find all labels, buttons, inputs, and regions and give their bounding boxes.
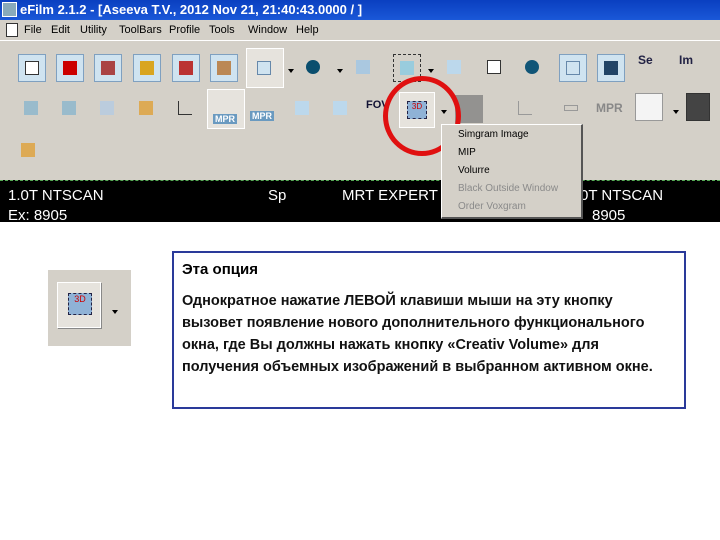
settings-panel-button[interactable]	[686, 93, 710, 121]
mpr-icon: MPR	[213, 114, 237, 124]
menu-item-black-outside-window: Black Outside Window	[458, 183, 559, 194]
document-icon[interactable]	[6, 23, 18, 37]
open-study-button[interactable]	[18, 54, 46, 82]
stack-icon	[100, 101, 114, 115]
title-bar: eFilm 2.1.2 - [Aseeva T.V., 2012 Nov 21,…	[0, 0, 720, 20]
3d-dropdown-menu: Simgram Image MIP Volurre Black Outside …	[441, 124, 583, 219]
menu-tools[interactable]: Tools	[209, 20, 235, 40]
cine-button[interactable]	[519, 54, 547, 82]
menu-utility[interactable]: Utility	[80, 20, 107, 40]
viewer-right-top: 0T NTSCAN	[580, 187, 664, 204]
people-icon	[604, 61, 618, 75]
mpr-disabled-button[interactable]: MPR	[596, 101, 623, 115]
body-button[interactable]	[18, 95, 46, 123]
body-icon	[24, 101, 38, 115]
callout-title: Эта опция	[182, 261, 258, 278]
grid-icon	[566, 61, 580, 75]
mpr-icon: MPR	[250, 111, 274, 121]
window-title: eFilm 2.1.2 - [Aseeva T.V., 2012 Nov 21,…	[20, 2, 363, 17]
menu-toolbars[interactable]: ToolBars	[119, 20, 162, 40]
image-viewer-strip: 1.0T NTSCAN Ex: 8905 Sp MRT EXPERT 0T NT…	[0, 180, 720, 224]
edit-text-icon	[487, 60, 501, 74]
arrows-vertical-icon	[333, 101, 347, 115]
oblique-mpr-button[interactable]: MPR	[207, 89, 245, 129]
hand-icon	[139, 101, 153, 115]
pan-button[interactable]	[350, 54, 378, 82]
mpr-button[interactable]: MPR	[248, 95, 276, 123]
menu-window[interactable]: Window	[248, 20, 287, 40]
hourglass-icon	[101, 61, 115, 75]
viewer-mid2: MRT EXPERT	[342, 187, 438, 204]
viewer-right-bottom: 8905	[592, 207, 626, 224]
glasses-button[interactable]	[558, 95, 586, 123]
3d-button-preview: 3D	[48, 270, 131, 346]
menu-file[interactable]: File	[24, 20, 42, 40]
menu-profile[interactable]: Profile	[169, 20, 200, 40]
viewer-left-bottom: Ex: 8905	[8, 207, 68, 224]
explanation-callout: Эта опция Однократное нажатие ЛЕВОЙ клав…	[172, 251, 686, 409]
folder-button[interactable]	[133, 54, 161, 82]
search-document-icon	[25, 61, 39, 75]
body-icon	[62, 101, 76, 115]
chevron-down-icon[interactable]	[428, 69, 434, 73]
stacked-pages-icon	[257, 61, 271, 75]
back-button[interactable]	[441, 54, 469, 82]
angle-button[interactable]	[172, 95, 200, 123]
chevron-down-icon[interactable]	[337, 69, 343, 73]
film-reel-icon	[525, 60, 539, 74]
axes-icon	[518, 101, 532, 115]
angle-icon	[178, 101, 192, 115]
x-icon	[63, 61, 77, 75]
window-level-button[interactable]	[300, 54, 328, 82]
menu-item-order-voxgram: Order Voxgram	[458, 201, 526, 212]
magnifier-icon	[400, 61, 414, 75]
toolbar-area: Se Im MPR MPR FOV 3D MPR	[0, 40, 720, 180]
grid-layout-button[interactable]	[559, 54, 587, 82]
stack-hand-button[interactable]	[133, 95, 161, 123]
contrast-icon	[306, 60, 320, 74]
hand-stack-button[interactable]	[15, 137, 43, 165]
patients-button[interactable]	[172, 54, 200, 82]
menu-item-mip[interactable]: MIP	[458, 147, 476, 158]
arrows-horizontal-icon	[295, 101, 309, 115]
close-button[interactable]	[56, 54, 84, 82]
series-label[interactable]: Se	[638, 53, 653, 67]
glasses-icon	[564, 105, 578, 111]
layout-button[interactable]	[246, 48, 284, 88]
chevron-down-icon[interactable]	[288, 69, 294, 73]
body-lines-button[interactable]	[56, 95, 84, 123]
menu-help[interactable]: Help	[296, 20, 319, 40]
horizontal-flip-button[interactable]	[289, 95, 317, 123]
text-annotation-button[interactable]	[481, 54, 509, 82]
annotate-button[interactable]	[210, 54, 238, 82]
image-label[interactable]: Im	[679, 53, 693, 67]
hand-icon	[21, 143, 35, 157]
chevron-down-icon[interactable]	[673, 110, 679, 114]
pen-icon	[217, 61, 231, 75]
stack-button[interactable]	[94, 95, 122, 123]
chevron-down-icon	[112, 310, 118, 314]
menu-item-volume[interactable]: Volurre	[458, 165, 490, 176]
vertical-flip-button[interactable]	[327, 95, 355, 123]
compare-button[interactable]	[597, 54, 625, 82]
menu-bar: File Edit Utility ToolBars Profile Tools…	[0, 20, 720, 40]
menu-edit[interactable]: Edit	[51, 20, 70, 40]
histogram-button[interactable]	[635, 93, 663, 121]
folder-icon	[140, 61, 154, 75]
callout-body: Однократное нажатие ЛЕВОЙ клавиши мыши н…	[182, 293, 653, 375]
users-icon	[179, 61, 193, 75]
move-icon	[356, 60, 370, 74]
viewer-mid1: Sp	[268, 187, 287, 204]
viewer-left-top: 1.0T NTSCAN	[8, 187, 104, 204]
arrow-left-icon	[447, 60, 461, 74]
3d-button-enlarged: 3D	[57, 282, 101, 328]
wait-button[interactable]	[94, 54, 122, 82]
app-icon	[2, 2, 17, 17]
3d-cube-icon: 3D	[68, 293, 92, 315]
axes-button[interactable]	[512, 95, 540, 123]
menu-item-simgram-image[interactable]: Simgram Image	[458, 129, 529, 140]
